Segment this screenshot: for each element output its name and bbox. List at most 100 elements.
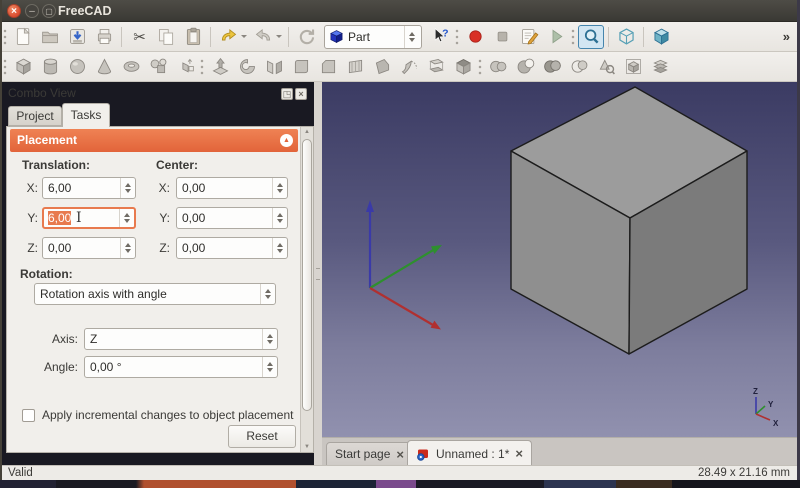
macro-edit-button[interactable] bbox=[516, 25, 542, 49]
copy-button[interactable] bbox=[153, 25, 179, 49]
panel-splitter[interactable] bbox=[314, 82, 322, 465]
workbench-selector[interactable]: Part bbox=[324, 25, 422, 49]
part-torus-button[interactable] bbox=[118, 55, 144, 79]
boolean-button[interactable] bbox=[485, 55, 511, 79]
macro-stop-button[interactable] bbox=[489, 25, 515, 49]
spinner-buttons[interactable] bbox=[120, 178, 135, 198]
thickness-button[interactable] bbox=[450, 55, 476, 79]
xor-icon bbox=[569, 56, 590, 77]
chamfer-button[interactable] bbox=[315, 55, 341, 79]
macro-record-button[interactable] bbox=[462, 25, 488, 49]
axis-label: Axis: bbox=[42, 332, 78, 346]
redo-button[interactable] bbox=[250, 25, 284, 49]
angle-field[interactable]: 0,00 ° bbox=[84, 356, 278, 378]
spinner-buttons[interactable] bbox=[272, 178, 287, 198]
center-z-field[interactable]: 0,00 bbox=[176, 237, 288, 259]
compound-button[interactable] bbox=[647, 55, 673, 79]
mirror-button[interactable] bbox=[261, 55, 287, 79]
spinner-buttons[interactable] bbox=[119, 209, 134, 227]
refresh-button[interactable] bbox=[293, 25, 319, 49]
toolbar-separator bbox=[608, 27, 609, 47]
save-button[interactable] bbox=[64, 25, 90, 49]
primitives-icon bbox=[148, 56, 169, 77]
panel-float-icon[interactable] bbox=[281, 88, 293, 100]
draw-style-wireframe-button[interactable] bbox=[613, 25, 639, 49]
tab-tasks[interactable]: Tasks bbox=[62, 103, 110, 127]
open-document-button[interactable] bbox=[37, 25, 63, 49]
panel-scrollbar[interactable]: ▲ ▼ bbox=[300, 127, 313, 452]
cut-boolean-button[interactable] bbox=[512, 55, 538, 79]
defeaturing-button[interactable] bbox=[620, 55, 646, 79]
toolbar-handle[interactable] bbox=[2, 56, 9, 78]
center-y-field[interactable]: 0,00 bbox=[176, 207, 288, 229]
revolve-button[interactable] bbox=[234, 55, 260, 79]
scrollbar-thumb[interactable] bbox=[302, 139, 312, 411]
viewport-3d[interactable]: Z Y X bbox=[322, 82, 800, 437]
window-close-button[interactable] bbox=[7, 4, 21, 18]
make-face-button[interactable] bbox=[369, 55, 395, 79]
shape-builder-button[interactable] bbox=[172, 55, 198, 79]
translation-y-field[interactable]: 6,00 I bbox=[42, 207, 136, 229]
toolbar-handle[interactable] bbox=[477, 56, 484, 78]
cut-button[interactable]: ✂ bbox=[126, 25, 152, 49]
record-icon bbox=[465, 26, 486, 47]
part-cylinder-button[interactable] bbox=[37, 55, 63, 79]
part-box-button[interactable] bbox=[10, 55, 36, 79]
ruled-surface-button[interactable] bbox=[342, 55, 368, 79]
close-tab-icon[interactable] bbox=[515, 446, 523, 461]
translation-x-field[interactable]: 6,00 bbox=[42, 177, 136, 199]
spinner-buttons[interactable] bbox=[262, 357, 277, 377]
draw-style-shaded-button[interactable] bbox=[648, 25, 674, 49]
toolbar-handle[interactable] bbox=[2, 26, 9, 48]
toolbar-handle[interactable] bbox=[454, 26, 461, 48]
union-button[interactable] bbox=[539, 55, 565, 79]
whats-this-button[interactable]: ? bbox=[427, 25, 453, 49]
thickness-icon bbox=[453, 56, 474, 77]
intersection-button[interactable] bbox=[566, 55, 592, 79]
toolbar-handle[interactable] bbox=[199, 56, 206, 78]
new-document-button[interactable] bbox=[10, 25, 36, 49]
toolbar-overflow-button[interactable]: » bbox=[783, 29, 790, 44]
dropdown-arrows-icon[interactable] bbox=[404, 26, 419, 48]
loft-button[interactable] bbox=[423, 55, 449, 79]
close-tab-icon[interactable] bbox=[396, 447, 404, 462]
fillet-button[interactable] bbox=[288, 55, 314, 79]
rotation-mode-select[interactable]: Rotation axis with angle bbox=[34, 283, 276, 305]
tab-unnamed-document[interactable]: Unnamed : 1* bbox=[407, 440, 532, 466]
spinner-buttons[interactable] bbox=[272, 238, 287, 258]
extrude-button[interactable] bbox=[207, 55, 233, 79]
rotation-label: Rotation: bbox=[20, 267, 73, 281]
apply-incremental-checkbox[interactable] bbox=[22, 409, 35, 422]
dropdown-arrows-icon[interactable] bbox=[262, 329, 277, 349]
scroll-up-icon[interactable]: ▲ bbox=[301, 129, 313, 135]
print-button[interactable] bbox=[91, 25, 117, 49]
macro-play-button[interactable] bbox=[543, 25, 569, 49]
check-geometry-button[interactable] bbox=[593, 55, 619, 79]
center-x-field[interactable]: 0,00 bbox=[176, 177, 288, 199]
scroll-down-icon[interactable]: ▼ bbox=[301, 444, 313, 450]
tab-project[interactable]: Project bbox=[8, 106, 62, 126]
fit-all-button[interactable] bbox=[578, 25, 604, 49]
loft-icon bbox=[426, 56, 447, 77]
window-minimize-button[interactable] bbox=[25, 4, 39, 18]
spinner-buttons[interactable] bbox=[120, 238, 135, 258]
reset-button[interactable]: Reset bbox=[228, 425, 296, 448]
part-sphere-button[interactable] bbox=[64, 55, 90, 79]
toolbar-handle[interactable] bbox=[570, 26, 577, 48]
part-cone-button[interactable] bbox=[91, 55, 117, 79]
sweep-button[interactable] bbox=[396, 55, 422, 79]
dropdown-arrows-icon[interactable] bbox=[260, 284, 275, 304]
panel-close-icon[interactable] bbox=[295, 88, 307, 100]
window-maximize-button[interactable] bbox=[42, 4, 56, 18]
part-primitives-button[interactable] bbox=[145, 55, 171, 79]
undo-button[interactable] bbox=[215, 25, 249, 49]
spinner-buttons[interactable] bbox=[272, 208, 287, 228]
chamfer-icon bbox=[318, 56, 339, 77]
collapse-icon[interactable] bbox=[280, 134, 293, 147]
axis-select[interactable]: Z bbox=[84, 328, 278, 350]
placement-header[interactable]: Placement bbox=[10, 129, 298, 152]
translation-z-label: Z: bbox=[22, 241, 38, 255]
translation-z-field[interactable]: 0,00 bbox=[42, 237, 136, 259]
tab-start-page[interactable]: Start page bbox=[326, 442, 413, 466]
paste-button[interactable] bbox=[180, 25, 206, 49]
